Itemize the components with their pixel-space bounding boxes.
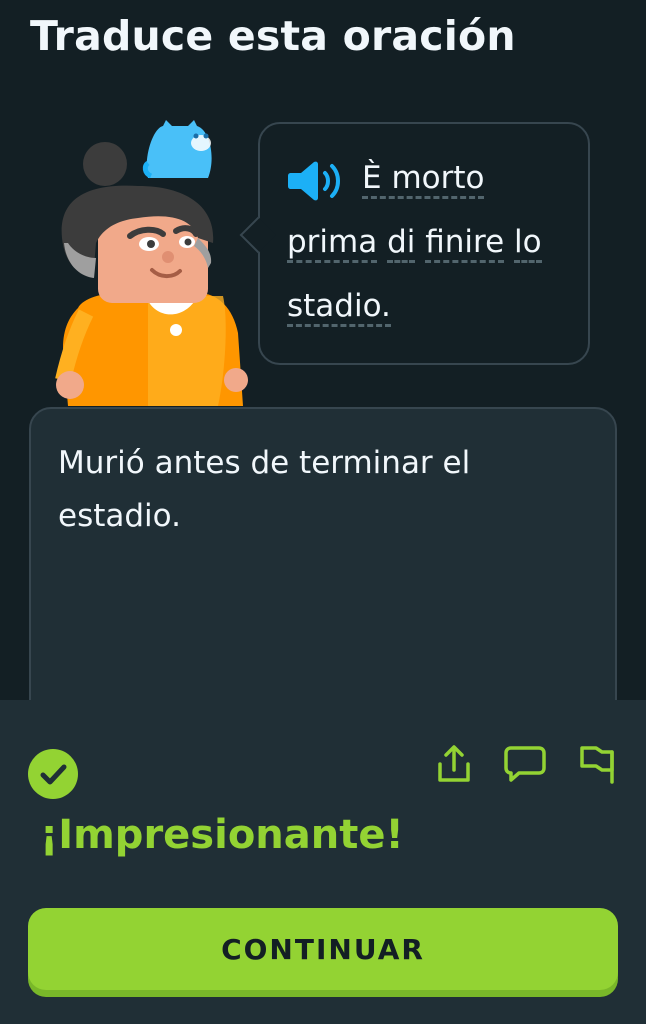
feedback-panel: ¡Impresionante! CONTINUAR — [0, 700, 646, 1024]
prompt-line-2: prima di finire lo — [287, 222, 542, 263]
prompt-word[interactable]: finire — [425, 226, 505, 263]
page-title: Traduce esta oración — [30, 12, 516, 60]
prompt-line-1: È morto — [362, 158, 485, 199]
continue-button[interactable]: CONTINUAR — [28, 908, 618, 990]
speech-bubble: È morto prima di finire lo stadio. — [239, 122, 590, 365]
cat-icon — [142, 120, 212, 179]
character-illustration — [55, 120, 248, 406]
check-circle — [28, 749, 78, 799]
prompt-word[interactable]: stadio. — [287, 290, 391, 327]
prompt-word[interactable]: prima — [287, 226, 378, 263]
checkmark-icon — [40, 764, 67, 785]
share-icon[interactable] — [432, 742, 476, 786]
feedback-message: ¡Impresionante! — [40, 812, 404, 858]
speaker-icon[interactable] — [287, 158, 347, 204]
comment-icon[interactable] — [503, 742, 547, 786]
prompt-word[interactable]: lo — [514, 226, 542, 263]
answer-text: Murió antes de terminar el estadio. — [58, 445, 471, 534]
answer-textarea[interactable]: Murió antes de terminar el estadio. — [29, 407, 617, 737]
prompt-word[interactable]: È morto — [362, 162, 485, 199]
prompt-word[interactable]: di — [387, 226, 416, 263]
flag-icon[interactable] — [576, 742, 620, 786]
prompt-line-3: stadio. — [287, 286, 391, 327]
